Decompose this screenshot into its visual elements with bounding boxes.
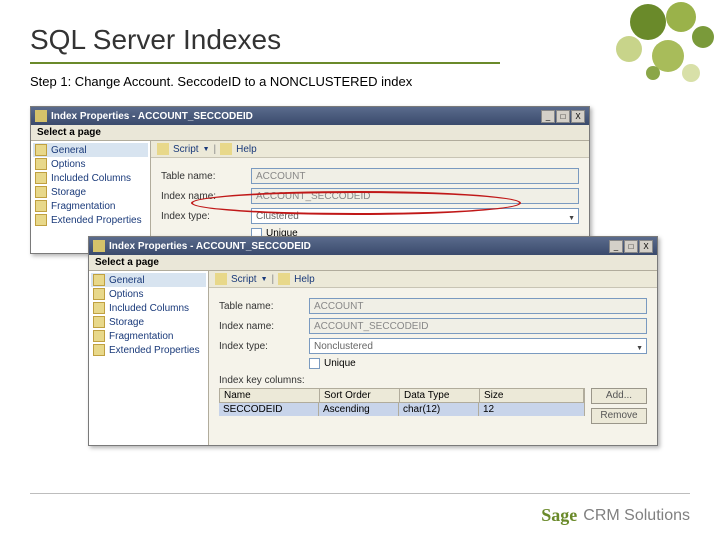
sidebar-item-options[interactable]: Options <box>91 287 206 301</box>
sidebar-item-label: Fragmentation <box>109 331 173 342</box>
page-sidebar: General Options Included Columns Storage… <box>89 271 209 445</box>
footer-logo: Sage CRM Solutions <box>541 505 690 526</box>
unique-checkbox[interactable] <box>309 358 320 369</box>
sidebar-item-general[interactable]: General <box>91 273 206 287</box>
window-title: Index Properties - ACCOUNT_SECCODEID <box>109 241 609 252</box>
table-name-label: Table name: <box>161 171 251 182</box>
sidebar-item-general[interactable]: General <box>33 143 148 157</box>
page-icon <box>93 316 105 328</box>
brand-sage: Sage <box>541 505 577 526</box>
help-icon <box>220 143 232 155</box>
col-size-header[interactable]: Size <box>480 389 584 402</box>
remove-button[interactable]: Remove <box>591 408 647 424</box>
unique-label: Unique <box>324 358 356 369</box>
table-name-field: ACCOUNT <box>309 298 647 314</box>
script-icon <box>157 143 169 155</box>
page-icon <box>93 302 105 314</box>
script-button[interactable]: Script <box>173 144 199 155</box>
table-name-label: Table name: <box>219 301 309 312</box>
titlebar[interactable]: Index Properties - ACCOUNT_SECCODEID _ □… <box>31 107 589 125</box>
index-name-field: ACCOUNT_SECCODEID <box>251 188 579 204</box>
key-columns-label: Index key columns: <box>219 375 647 386</box>
table-name-field: ACCOUNT <box>251 168 579 184</box>
sidebar-item-label: Storage <box>109 317 144 328</box>
index-properties-dialog-clustered: Index Properties - ACCOUNT_SECCODEID _ □… <box>30 106 590 254</box>
decorative-dots <box>520 0 720 120</box>
cell-sort: Ascending <box>319 403 399 416</box>
add-button[interactable]: Add... <box>591 388 647 404</box>
page-icon <box>93 288 105 300</box>
index-type-label: Index type: <box>161 211 251 222</box>
sidebar-item-label: Storage <box>51 187 86 198</box>
sidebar-item-storage[interactable]: Storage <box>91 315 206 329</box>
step-text: Step 1: Change Account. SeccodeID to a N… <box>30 74 412 89</box>
dialog-content: Table name:ACCOUNT Index name:ACCOUNT_SE… <box>209 288 657 445</box>
app-icon <box>93 240 105 252</box>
sidebar-item-extended-properties[interactable]: Extended Properties <box>91 343 206 357</box>
sidebar-item-fragmentation[interactable]: Fragmentation <box>91 329 206 343</box>
sidebar-item-label: Options <box>51 159 85 170</box>
sidebar-item-label: Extended Properties <box>109 345 200 356</box>
sidebar-item-fragmentation[interactable]: Fragmentation <box>33 199 148 213</box>
title-underline <box>30 62 500 64</box>
brand-crm: CRM Solutions <box>583 507 690 525</box>
close-button[interactable]: X <box>639 240 653 253</box>
dialog-toolbar: Script ▼ | Help <box>209 271 657 288</box>
dialog-toolbar: Script ▼ | Help <box>151 141 589 158</box>
select-a-page-label: Select a page <box>31 125 589 141</box>
page-icon <box>35 158 47 170</box>
sidebar-item-label: General <box>109 275 145 286</box>
key-column-row[interactable]: SECCODEID Ascending char(12) 12 <box>219 403 585 416</box>
page-icon <box>93 330 105 342</box>
slide-title: SQL Server Indexes <box>30 24 281 56</box>
index-properties-dialog-nonclustered: Index Properties - ACCOUNT_SECCODEID _ □… <box>88 236 658 446</box>
maximize-button[interactable]: □ <box>556 110 570 123</box>
index-name-label: Index name: <box>219 321 309 332</box>
index-name-label: Index name: <box>161 191 251 202</box>
cell-dtype: char(12) <box>399 403 479 416</box>
sidebar-item-label: Extended Properties <box>51 215 142 226</box>
index-type-dropdown[interactable]: Clustered <box>251 208 579 224</box>
cell-size: 12 <box>479 403 585 416</box>
page-icon <box>93 274 105 286</box>
sidebar-item-extended-properties[interactable]: Extended Properties <box>33 213 148 227</box>
titlebar[interactable]: Index Properties - ACCOUNT_SECCODEID _ □… <box>89 237 657 255</box>
help-button[interactable]: Help <box>236 144 257 155</box>
sidebar-item-label: Options <box>109 289 143 300</box>
window-title: Index Properties - ACCOUNT_SECCODEID <box>51 111 541 122</box>
app-icon <box>35 110 47 122</box>
select-a-page-label: Select a page <box>89 255 657 271</box>
col-name-header[interactable]: Name <box>220 389 320 402</box>
maximize-button[interactable]: □ <box>624 240 638 253</box>
index-name-field: ACCOUNT_SECCODEID <box>309 318 647 334</box>
script-icon <box>215 273 227 285</box>
sidebar-item-options[interactable]: Options <box>33 157 148 171</box>
page-icon <box>35 144 47 156</box>
page-icon <box>93 344 105 356</box>
close-button[interactable]: X <box>571 110 585 123</box>
script-button[interactable]: Script <box>231 274 257 285</box>
sidebar-item-label: Included Columns <box>109 303 189 314</box>
key-columns-header: Name Sort Order Data Type Size <box>219 388 585 403</box>
sidebar-item-label: Fragmentation <box>51 201 115 212</box>
page-icon <box>35 172 47 184</box>
cell-name: SECCODEID <box>219 403 319 416</box>
help-button[interactable]: Help <box>294 274 315 285</box>
footer-rule <box>30 493 690 494</box>
minimize-button[interactable]: _ <box>541 110 555 123</box>
page-icon <box>35 214 47 226</box>
help-icon <box>278 273 290 285</box>
page-icon <box>35 200 47 212</box>
sidebar-item-included-columns[interactable]: Included Columns <box>33 171 148 185</box>
sidebar-item-label: General <box>51 145 87 156</box>
index-type-label: Index type: <box>219 341 309 352</box>
sidebar-item-included-columns[interactable]: Included Columns <box>91 301 206 315</box>
sidebar-item-label: Included Columns <box>51 173 131 184</box>
col-sort-header[interactable]: Sort Order <box>320 389 400 402</box>
minimize-button[interactable]: _ <box>609 240 623 253</box>
page-icon <box>35 186 47 198</box>
sidebar-item-storage[interactable]: Storage <box>33 185 148 199</box>
col-dtype-header[interactable]: Data Type <box>400 389 480 402</box>
index-type-dropdown[interactable]: Nonclustered <box>309 338 647 354</box>
